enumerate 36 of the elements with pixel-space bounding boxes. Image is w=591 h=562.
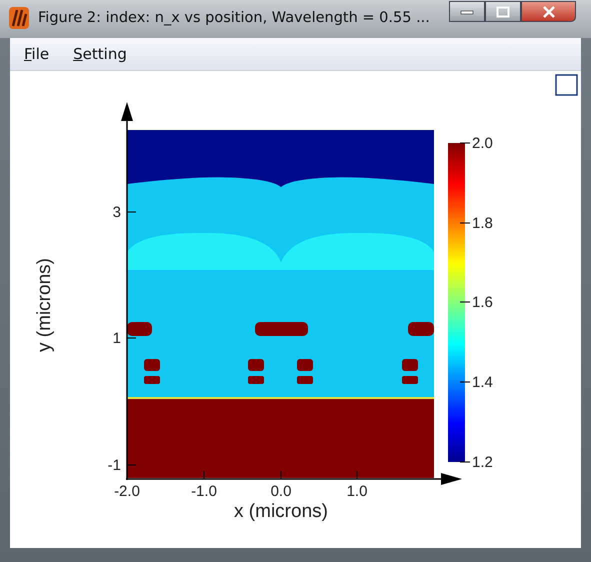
maximize-icon: [496, 6, 510, 18]
tick-label: 2.0: [472, 135, 493, 152]
tick-label: -1.0: [191, 483, 217, 500]
window-title: Figure 2: index: n_x vs position, Wavelength = 0.55 ...: [38, 10, 430, 26]
tick-label: 1.8: [472, 215, 493, 232]
tick-label: 0.0: [270, 483, 292, 500]
heatmap-block: [127, 322, 152, 336]
heatmap-block: [248, 376, 264, 384]
heatmap-block: [248, 359, 264, 371]
axis-label: y (microns): [34, 258, 55, 352]
tick-label: 1.0: [346, 483, 368, 500]
tick-label: 1: [112, 330, 121, 347]
heatmap-block: [402, 376, 418, 384]
heatmap-block: [297, 359, 313, 371]
minimize-button[interactable]: [449, 1, 485, 22]
tick-label: 1.4: [472, 374, 493, 391]
maximize-button[interactable]: [485, 1, 521, 22]
tick-label: 1.6: [472, 294, 493, 311]
close-icon: [542, 6, 556, 18]
axis-label: x (microns): [234, 501, 328, 522]
tick-label: 3: [112, 204, 121, 221]
heatmap-block: [402, 359, 418, 371]
close-button[interactable]: [521, 1, 576, 22]
heatmap-block: [144, 376, 160, 384]
minimize-icon: [460, 8, 474, 14]
heatmap-block: [144, 359, 160, 371]
heatmap-block: [408, 322, 434, 336]
app-icon: [8, 6, 30, 30]
window-icon[interactable]: [555, 74, 578, 96]
tick-label: -1: [108, 457, 121, 474]
heatmap-block: [297, 376, 313, 384]
tick-label: 1.2: [472, 454, 493, 471]
tick-label: -2.0: [114, 483, 140, 500]
menu-item[interactable]: File: [16, 43, 58, 65]
menu-item[interactable]: Setting: [65, 43, 135, 65]
heatmap-block: [255, 322, 308, 336]
